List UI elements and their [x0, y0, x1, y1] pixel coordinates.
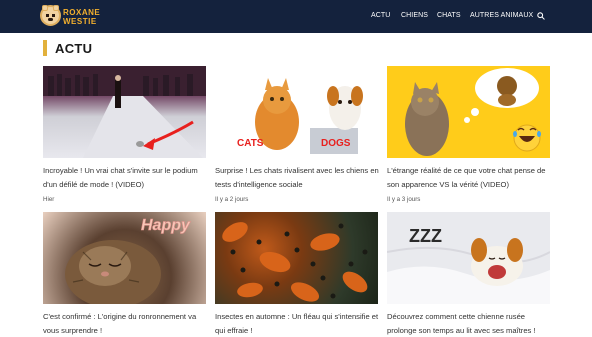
cats-label: CATS [237, 138, 264, 149]
nav-item-chats[interactable]: CHATS [437, 12, 461, 19]
logo-text-line1: ROXANE [63, 8, 101, 17]
article-title[interactable]: Découvrez comment cette chienne rusée pr… [387, 310, 553, 337]
nav-item-autres-animaux[interactable]: AUTRES ANIMAUX [470, 12, 533, 19]
nav-item-chiens[interactable]: CHIENS [401, 12, 428, 19]
zzz-label: ZZZ [409, 226, 442, 246]
dogs-label: DOGS [321, 138, 351, 149]
article-title[interactable]: C'est confirmé : L'origine du ronronneme… [43, 310, 209, 337]
search-icon[interactable] [537, 12, 545, 20]
section-accent-bar [43, 40, 47, 56]
westie-dog-icon [40, 5, 61, 26]
happy-label: Happy [141, 217, 191, 234]
article-title[interactable]: Surprise ! Les chats rivalisent avec les… [215, 164, 381, 192]
article-image-sleepy-dog[interactable]: ZZZ [387, 212, 550, 304]
article-image-cats-vs-dogs[interactable]: CATS DOGS [215, 66, 378, 158]
logo-text-line2: WESTIE [63, 17, 97, 26]
article-date: Il y a 3 jours [387, 196, 421, 203]
article-title[interactable]: Incroyable ! Un vrai chat s'invite sur l… [43, 164, 209, 192]
article-image-purring-cat[interactable]: Happy [43, 212, 206, 304]
section-title: ACTU [55, 41, 93, 56]
article-title[interactable]: L'étrange réalité de ce que votre chat p… [387, 164, 553, 192]
article-title[interactable]: Insectes en automne : Un fléau qui s'int… [215, 310, 381, 337]
article-date: Il y a 2 jours [215, 196, 249, 203]
article-image-ladybugs-autumn[interactable] [215, 212, 378, 304]
nav-item-actu[interactable]: ACTU [371, 12, 390, 19]
site-logo[interactable]: ROXANE WESTIE [40, 5, 110, 28]
article-image-cat-runway[interactable] [43, 66, 206, 158]
article-date: Hier [43, 196, 55, 203]
article-image-cat-thinks-lion[interactable] [387, 66, 550, 158]
site-header: ROXANE WESTIE ACTU CHIENS CHATS AUTRES A… [0, 0, 592, 33]
